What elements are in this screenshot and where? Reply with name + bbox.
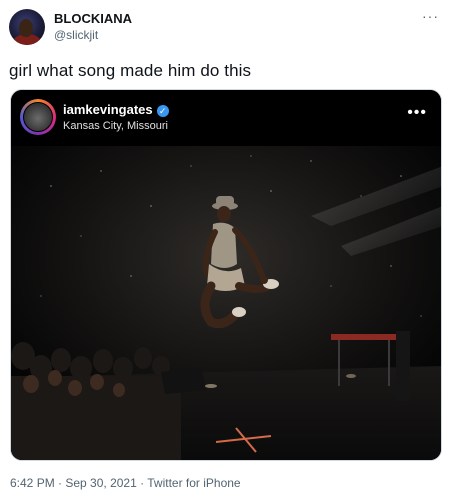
concert-photo[interactable]: [11, 146, 441, 460]
avatar-face: [19, 19, 33, 37]
embedded-post-card[interactable]: iamkevingates ✓ Kansas City, Missouri •••: [10, 89, 442, 461]
tweet-source[interactable]: Twitter for iPhone: [147, 476, 240, 490]
more-options-icon[interactable]: ···: [422, 8, 439, 24]
meta-separator: ·: [136, 476, 148, 490]
meta-separator: ·: [54, 476, 66, 490]
tweet-time[interactable]: 6:42 PM: [10, 476, 55, 490]
embedded-avatar[interactable]: [20, 99, 56, 135]
author-handle[interactable]: @slickjit: [54, 28, 98, 42]
concert-photo-image: [11, 146, 441, 460]
verified-badge-icon: ✓: [156, 105, 169, 117]
tweet-text: girl what song made him do this: [9, 61, 252, 80]
embedded-username[interactable]: iamkevingates ✓: [63, 102, 169, 117]
tweet: BLOCKIANA @slickjit ··· girl what song m…: [0, 0, 453, 500]
embedded-username-text: iamkevingates: [63, 102, 153, 117]
embedded-post-header: iamkevingates ✓ Kansas City, Missouri •••: [11, 90, 441, 146]
embedded-location[interactable]: Kansas City, Missouri: [63, 120, 168, 132]
tweet-metadata: 6:42 PM · Sep 30, 2021 · Twitter for iPh…: [10, 476, 241, 490]
embedded-avatar-image: [23, 102, 53, 132]
author-name[interactable]: BLOCKIANA: [54, 11, 132, 26]
embedded-more-icon[interactable]: •••: [407, 104, 427, 122]
author-avatar[interactable]: [9, 9, 45, 45]
tweet-date[interactable]: Sep 30, 2021: [65, 476, 136, 490]
